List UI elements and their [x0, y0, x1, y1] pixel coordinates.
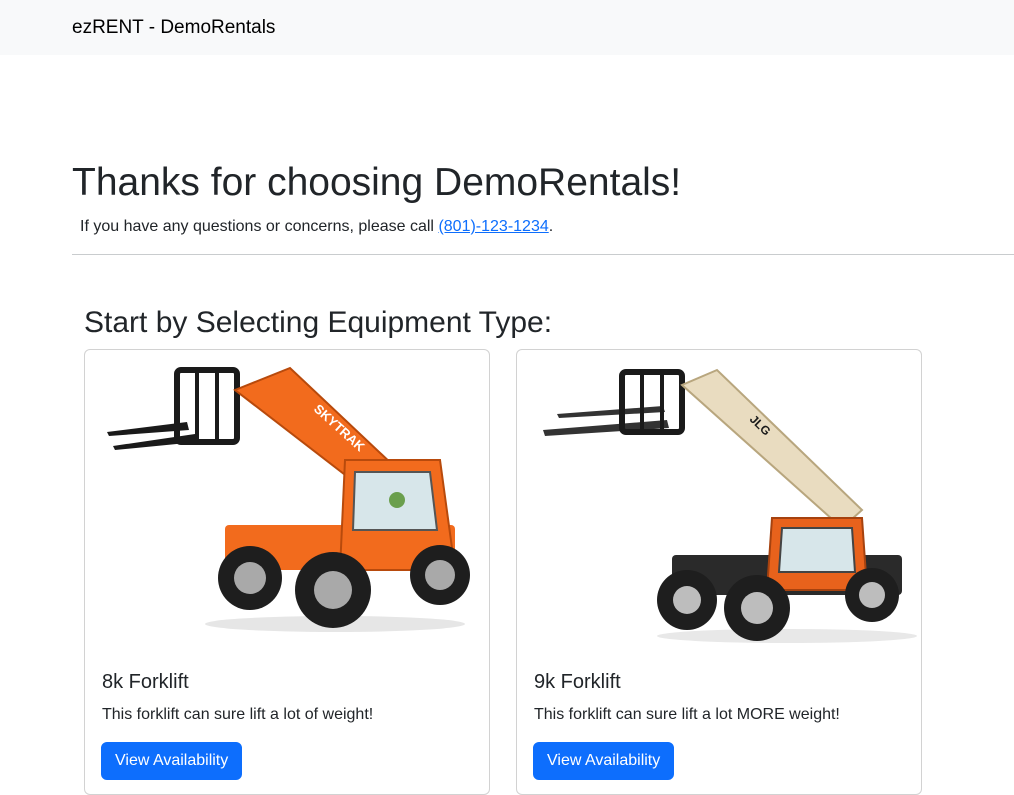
page-title: Thanks for choosing DemoRentals!	[72, 161, 682, 204]
contact-prefix: If you have any questions or concerns, p…	[80, 218, 439, 235]
card-description: This forklift can sure lift a lot of wei…	[102, 706, 374, 723]
card-description: This forklift can sure lift a lot MORE w…	[534, 706, 840, 723]
forklift-8k-image: SKYTRAK	[107, 366, 470, 632]
section-title: Start by Selecting Equipment Type:	[84, 306, 553, 339]
navbar: ezRENT - DemoRentals	[0, 0, 1014, 55]
phone-link[interactable]: (801)-123-1234	[438, 218, 548, 235]
brand-link[interactable]: ezRENT - DemoRentals	[72, 16, 275, 40]
divider	[72, 254, 1014, 255]
contact-suffix: .	[548, 218, 554, 235]
contact-line: If you have any questions or concerns, p…	[80, 216, 553, 238]
forklift-9k-image: JLG	[543, 368, 917, 643]
equipment-card-9k: JLG 9k Forklift This forklift can sure l…	[516, 349, 922, 795]
card-title: 9k Forklift	[534, 671, 621, 693]
view-availability-button[interactable]: View Availability	[533, 742, 675, 780]
card-title: 8k Forklift	[102, 671, 189, 693]
equipment-card-8k: SKYTRAK 8k Forklift This forklift can su…	[84, 349, 490, 795]
view-availability-button[interactable]: View Availability	[101, 742, 243, 780]
